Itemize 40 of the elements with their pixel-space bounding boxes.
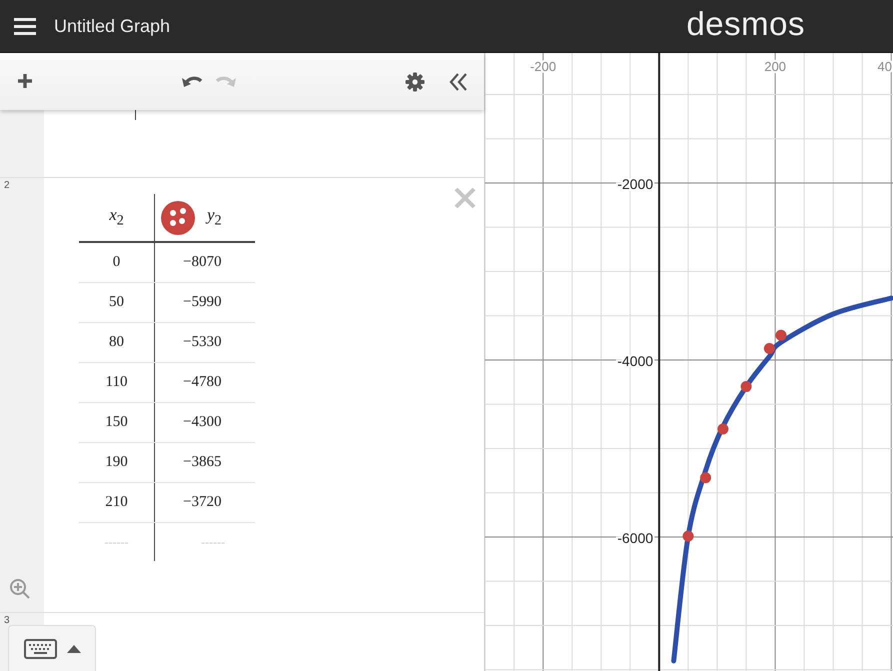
points-style-icon[interactable] bbox=[161, 200, 195, 234]
menu-icon[interactable] bbox=[14, 17, 36, 35]
tick-label: -6000 bbox=[617, 530, 654, 546]
column-header[interactable]: y$_{2}$ bbox=[207, 205, 222, 230]
data-point[interactable] bbox=[776, 330, 786, 341]
table-cell[interactable]: 80 bbox=[79, 323, 155, 362]
table-cell[interactable]: 110 bbox=[79, 363, 155, 402]
collapse-icon[interactable] bbox=[449, 72, 468, 92]
table-input[interactable]: ------ bbox=[86, 534, 146, 550]
table-cell[interactable]: −5990 bbox=[155, 283, 255, 322]
keyboard-icon bbox=[24, 638, 56, 658]
line-number: 3 bbox=[4, 615, 10, 626]
table-cell[interactable]: −4300 bbox=[155, 403, 255, 442]
table-cell[interactable]: 190 bbox=[79, 443, 155, 482]
data-point[interactable] bbox=[764, 343, 775, 354]
table-input[interactable]: ------ bbox=[183, 534, 243, 550]
expression-item[interactable]: 2 x$_{2}$ y$_{2}$ 0 −8070 50 −5990 80 −5330 110 −4780 150 −4300 190 −3865 210 −3720 ------ ------ bbox=[0, 178, 484, 613]
table-cell[interactable]: −3720 bbox=[155, 483, 255, 522]
tick-label: -2000 bbox=[617, 176, 654, 192]
settings-icon[interactable] bbox=[405, 72, 425, 92]
table-cell[interactable]: −4780 bbox=[155, 363, 255, 402]
table-cell[interactable]: 0 bbox=[79, 243, 155, 282]
data-point[interactable] bbox=[718, 424, 728, 435]
table-cell[interactable]: 210 bbox=[79, 483, 155, 522]
logo: desmos bbox=[686, 5, 805, 44]
expression-item[interactable]: 3 bbox=[0, 613, 484, 671]
tick-label: -4000 bbox=[617, 353, 654, 369]
column-header[interactable]: x$_{2}$ bbox=[109, 205, 124, 230]
table-cell[interactable]: −8070 bbox=[155, 243, 255, 282]
table-cell[interactable]: 150 bbox=[79, 403, 155, 442]
line-number: 2 bbox=[4, 180, 10, 191]
data-point[interactable] bbox=[682, 530, 694, 542]
data-point[interactable] bbox=[740, 381, 752, 392]
graph-title: Untitled Graph bbox=[54, 16, 172, 36]
keyboard-button[interactable] bbox=[8, 625, 96, 671]
table-cell[interactable]: 50 bbox=[79, 283, 155, 322]
caret-icon bbox=[66, 644, 80, 652]
table-cell[interactable]: −5330 bbox=[155, 323, 255, 362]
table-cell[interactable]: −3865 bbox=[155, 443, 255, 482]
data-point[interactable] bbox=[700, 472, 712, 484]
